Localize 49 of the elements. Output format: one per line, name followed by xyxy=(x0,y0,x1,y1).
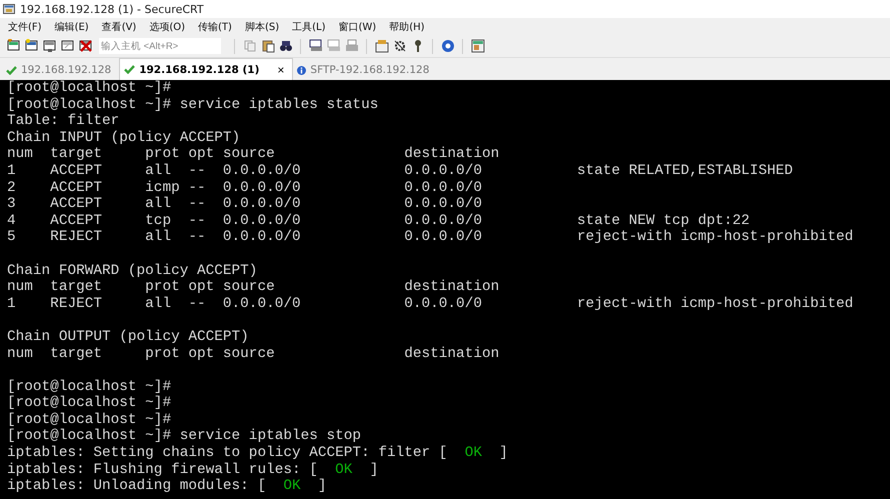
terminal-line: 1 REJECT all -- 0.0.0.0/0 0.0.0.0/0 reject-with icmp-host-prohibited xyxy=(7,296,854,312)
help-icon[interactable] xyxy=(440,38,455,54)
menu-item[interactable]: 传输(T) xyxy=(198,20,232,34)
terminal-line: 4 ACCEPT tcp -- 0.0.0.0/0 0.0.0.0/0 state NEW tcp dpt:22 xyxy=(7,212,751,230)
terminal-line: num target prot opt source destination xyxy=(7,346,500,362)
window-icon[interactable] xyxy=(470,38,485,54)
host-input-field[interactable]: 输入主机 <Alt+R> xyxy=(99,38,221,54)
session-tab[interactable]: SFTP-192.168.192.128 xyxy=(293,60,438,80)
session-tab[interactable]: 192.168.192.128 (1) × xyxy=(119,58,294,80)
properties-icon[interactable] xyxy=(374,38,389,54)
check-icon xyxy=(124,65,136,74)
terminal-line: iptables: Flushing firewall rules: [ OK ] xyxy=(7,462,380,478)
terminal-line: Chain FORWARD (policy ACCEPT) xyxy=(7,262,258,280)
terminal-line: [root@localhost ~]# xyxy=(7,80,172,97)
menu-item[interactable]: 工具(L) xyxy=(292,20,326,34)
menu-item[interactable]: 帮助(H) xyxy=(389,20,425,34)
binoculars-icon[interactable] xyxy=(278,38,293,54)
terminal-line: [root@localhost ~]# xyxy=(7,395,172,412)
printer-icon[interactable] xyxy=(344,38,359,54)
disconnect-icon[interactable] xyxy=(78,38,93,54)
menu-item[interactable]: 文件(F) xyxy=(8,20,42,34)
close-tab-button[interactable]: × xyxy=(263,62,284,76)
terminal-line: num target prot opt source destination xyxy=(7,146,500,163)
terminal-line: Table: filter xyxy=(7,113,120,130)
menu-item[interactable]: 窗口(W) xyxy=(338,20,376,34)
terminal-line: iptables: Setting chains to policy ACCEPT: filter [ OK ] xyxy=(7,445,509,462)
terminal-line: Chain INPUT (policy ACCEPT) xyxy=(7,130,242,146)
menu-item[interactable]: 编辑(E) xyxy=(54,20,89,34)
menu-item[interactable]: 选项(O) xyxy=(149,20,186,34)
app-icon xyxy=(3,3,15,15)
terminal-line: 2 ACCEPT icmp -- 0.0.0.0/0 0.0.0.0/0 xyxy=(7,180,483,196)
menu-item[interactable]: 查看(V) xyxy=(102,20,136,34)
paste-icon[interactable] xyxy=(260,38,275,54)
terminal-line: 1 ACCEPT all -- 0.0.0.0/0 0.0.0.0/0 state RELATED,ESTABLISHED xyxy=(7,162,794,180)
terminal-line: [root@localhost ~]# xyxy=(7,378,172,396)
terminal-line: [root@localhost ~]# service iptables stop xyxy=(7,428,362,446)
session-icon[interactable] xyxy=(42,38,57,54)
menu-item[interactable]: 脚本(S) xyxy=(244,20,280,34)
terminal-line: 3 ACCEPT all -- 0.0.0.0/0 0.0.0.0/0 xyxy=(7,196,483,213)
terminal-line: [root@localhost ~]# service iptables status xyxy=(7,96,380,114)
terminal-line: iptables: Unloading modules: [ OK ] xyxy=(7,478,328,495)
terminal-line: num target prot opt source destination xyxy=(7,279,500,296)
session-tab[interactable]: 192.168.192.128 xyxy=(2,60,120,80)
info-icon xyxy=(297,66,306,74)
check-icon xyxy=(6,66,17,74)
window-title: 192.168.192.128 (1) - SecureCRT xyxy=(20,2,204,16)
terminal-line: 5 REJECT all -- 0.0.0.0/0 0.0.0.0/0 reject-with icmp-host-prohibited xyxy=(7,229,854,246)
terminal-line: [root@localhost ~]# xyxy=(7,412,172,428)
terminal-line: Chain OUTPUT (policy ACCEPT) xyxy=(7,328,250,346)
